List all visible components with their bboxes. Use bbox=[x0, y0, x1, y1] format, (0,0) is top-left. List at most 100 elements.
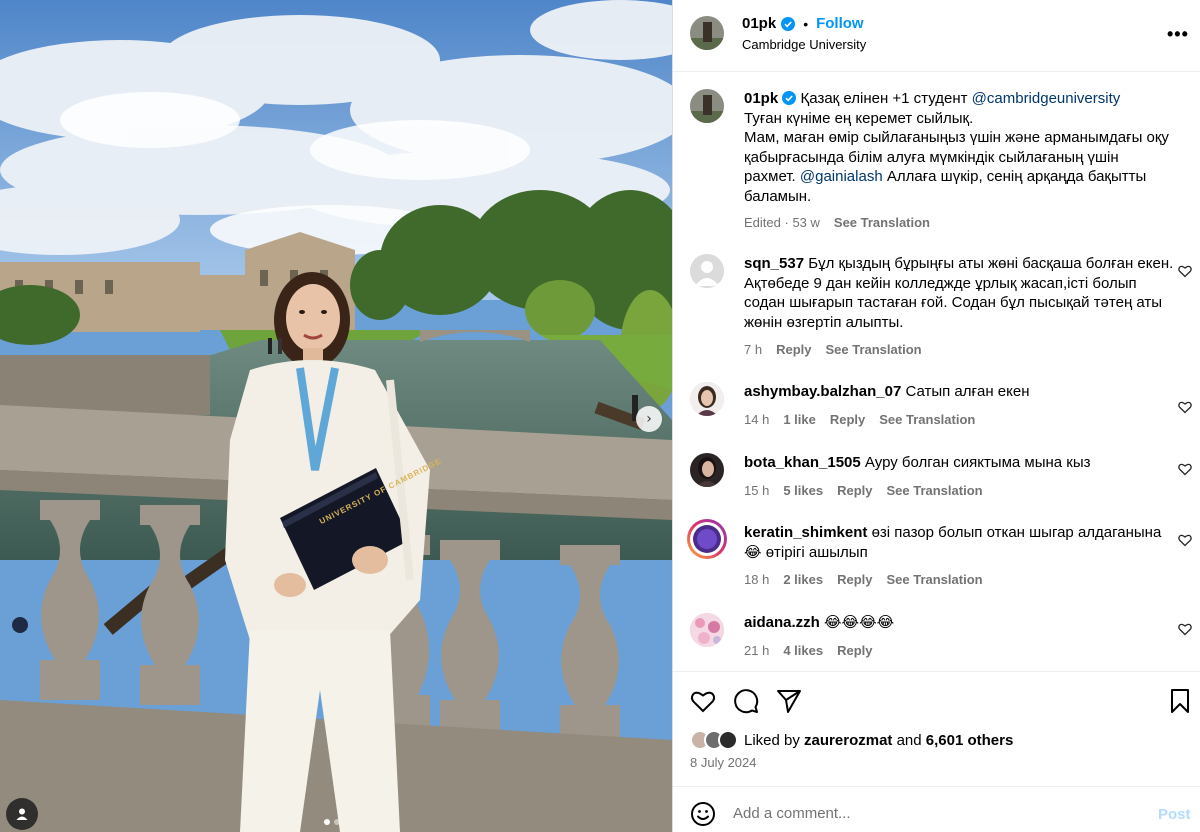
caption-username[interactable]: 01pk bbox=[744, 90, 778, 107]
post-photo bbox=[0, 0, 672, 832]
likes-and: and bbox=[896, 731, 922, 749]
post-header: 01pk • Follow Cambridge University ••• bbox=[673, 0, 1200, 72]
comment-username[interactable]: sqn_537 bbox=[744, 255, 804, 272]
reply-button[interactable]: Reply bbox=[776, 340, 811, 360]
comment-age: 21 h bbox=[744, 642, 770, 658]
commenter-avatar-image bbox=[690, 522, 724, 556]
author-name-row: 01pk • Follow bbox=[742, 15, 864, 32]
commenter-avatar[interactable] bbox=[687, 519, 727, 559]
post-details-panel: 01pk • Follow Cambridge University ••• 0… bbox=[673, 0, 1200, 832]
comment-meta: 14 h 1 like Reply See Translation bbox=[744, 410, 1174, 430]
comment-body: ashymbay.balzhan_07 Сатып алған екен 14 … bbox=[744, 382, 1174, 429]
mention-link[interactable]: @cambridgeuniversity bbox=[972, 90, 1121, 107]
comment-meta: 15 h 5 likes Reply See Translation bbox=[744, 481, 1174, 501]
comment-composer: Post bbox=[673, 786, 1200, 832]
caption-line-2: Туған күніме ең керемет сыйлық. bbox=[744, 109, 974, 127]
save-bookmark-icon[interactable] bbox=[1167, 688, 1193, 714]
like-comment-heart-icon[interactable] bbox=[1178, 462, 1192, 476]
comment-likes[interactable]: 2 likes bbox=[783, 570, 823, 590]
caption-text: 01pk Қазақ елінен +1 студент @cambridgeu… bbox=[744, 89, 1174, 233]
reply-button[interactable]: Reply bbox=[837, 481, 872, 501]
author-avatar-image bbox=[690, 16, 724, 50]
comment-input[interactable] bbox=[733, 799, 1133, 827]
comment-meta: 7 h Reply See Translation bbox=[744, 340, 1174, 360]
post-location[interactable]: Cambridge University bbox=[742, 37, 866, 52]
see-translation-button[interactable]: See Translation bbox=[886, 481, 982, 501]
commenter-avatar-image bbox=[690, 453, 724, 487]
caption-meta: Edited · 53 w See Translation bbox=[744, 213, 1174, 233]
like-comment-heart-icon[interactable] bbox=[1178, 622, 1192, 636]
comment-body: aidana.zzh 😂😂😂😂 21 h 4 likes Reply bbox=[744, 613, 1174, 660]
commenter-avatar-image bbox=[690, 382, 724, 416]
likes-prefix: Liked by bbox=[744, 731, 800, 749]
like-comment-heart-icon[interactable] bbox=[1178, 400, 1192, 414]
comment-body: sqn_537 Бұл қыздың бұрыңғы аты жөні басқ… bbox=[744, 254, 1174, 360]
comment-text: Сатып алған екен bbox=[905, 383, 1030, 400]
comment-username[interactable]: ashymbay.balzhan_07 bbox=[744, 383, 901, 400]
see-translation-button[interactable]: See Translation bbox=[886, 570, 982, 590]
next-slide-button[interactable]: › bbox=[636, 406, 662, 432]
share-send-icon[interactable] bbox=[776, 688, 802, 714]
see-translation-button[interactable]: See Translation bbox=[879, 410, 975, 430]
comment-username[interactable]: aidana.zzh bbox=[744, 614, 820, 631]
liker-avatar bbox=[718, 730, 738, 750]
see-translation-button[interactable]: See Translation bbox=[834, 213, 930, 233]
likes-summary[interactable]: Liked by zaurerozmat and 6,601 others bbox=[690, 730, 1013, 750]
comment-age: 14 h bbox=[744, 411, 770, 427]
like-comment-heart-icon[interactable] bbox=[1178, 264, 1192, 278]
likes-others-link[interactable]: 6,601 others bbox=[926, 732, 1014, 749]
carousel-dot bbox=[334, 819, 340, 825]
mention-link[interactable]: @gainialash bbox=[800, 168, 883, 185]
carousel-dot-active bbox=[324, 819, 330, 825]
see-translation-button[interactable]: See Translation bbox=[825, 340, 921, 360]
emoji-picker-icon[interactable] bbox=[690, 801, 716, 827]
reply-button[interactable]: Reply bbox=[837, 570, 872, 590]
like-comment-heart-icon[interactable] bbox=[1178, 533, 1192, 547]
liker-username[interactable]: zaurerozmat bbox=[804, 732, 892, 749]
comment-meta: 18 h 2 likes Reply See Translation bbox=[744, 570, 1174, 590]
commenter-avatar[interactable] bbox=[690, 382, 724, 416]
comment-likes[interactable]: 4 likes bbox=[783, 641, 823, 661]
comment-meta: 21 h 4 likes Reply bbox=[744, 641, 1174, 661]
comment-age: 15 h bbox=[744, 482, 770, 498]
caption-avatar[interactable] bbox=[690, 89, 724, 123]
liker-avatars bbox=[690, 730, 738, 750]
comment-body: keratin_shimkent өзі пазор болып откан ш… bbox=[744, 523, 1174, 590]
post-image[interactable]: UNIVERSITY OF CAMBRIDGE › bbox=[0, 0, 672, 832]
person-icon bbox=[16, 808, 28, 820]
comment-text: Бұл қыздың бұрыңғы аты жөні басқаша болғ… bbox=[744, 255, 1174, 331]
comment-bubble-icon[interactable] bbox=[733, 688, 759, 714]
comment-body: bota_khan_1505 Ауру болган сияктыма мына… bbox=[744, 453, 1174, 500]
commenter-avatar[interactable] bbox=[690, 254, 724, 288]
follow-button[interactable]: Follow bbox=[816, 15, 864, 32]
comment-text: Ауру болган сияктыма мына кыз bbox=[864, 454, 1091, 471]
reply-button[interactable]: Reply bbox=[830, 410, 865, 430]
reply-button[interactable]: Reply bbox=[837, 641, 872, 661]
comment-age: 7 h bbox=[744, 342, 763, 357]
post-date: 8 July 2024 bbox=[690, 755, 757, 770]
caption-edited: Edited · 53 w bbox=[744, 215, 820, 230]
comment-age: 18 h bbox=[744, 572, 770, 587]
comment-likes[interactable]: 1 like bbox=[783, 410, 816, 430]
post-comment-button[interactable]: Post bbox=[1158, 806, 1191, 823]
comment-username[interactable]: keratin_shimkent bbox=[744, 524, 867, 541]
author-avatar-image bbox=[690, 89, 724, 123]
separator-dot: • bbox=[803, 15, 809, 32]
more-options-icon[interactable]: ••• bbox=[1167, 24, 1189, 45]
carousel-indicator bbox=[324, 819, 340, 825]
tagged-users-button[interactable] bbox=[6, 798, 38, 830]
author-avatar[interactable] bbox=[690, 16, 724, 50]
chevron-right-icon: › bbox=[646, 411, 652, 427]
comment-username[interactable]: bota_khan_1505 bbox=[744, 454, 861, 471]
commenter-avatar[interactable] bbox=[690, 453, 724, 487]
default-avatar-icon bbox=[690, 254, 724, 288]
commenter-avatar-image bbox=[690, 613, 724, 647]
verified-badge-icon bbox=[781, 16, 796, 31]
caption-line-1: Қазақ елінен +1 студент bbox=[800, 90, 968, 107]
post-actions: Liked by zaurerozmat and 6,601 others 8 … bbox=[673, 671, 1200, 785]
comment-likes[interactable]: 5 likes bbox=[783, 481, 823, 501]
like-heart-icon[interactable] bbox=[690, 688, 716, 714]
commenter-avatar[interactable] bbox=[690, 613, 724, 647]
author-username[interactable]: 01pk bbox=[742, 15, 776, 32]
comments-list[interactable]: 01pk Қазақ елінен +1 студент @cambridgeu… bbox=[673, 73, 1200, 671]
